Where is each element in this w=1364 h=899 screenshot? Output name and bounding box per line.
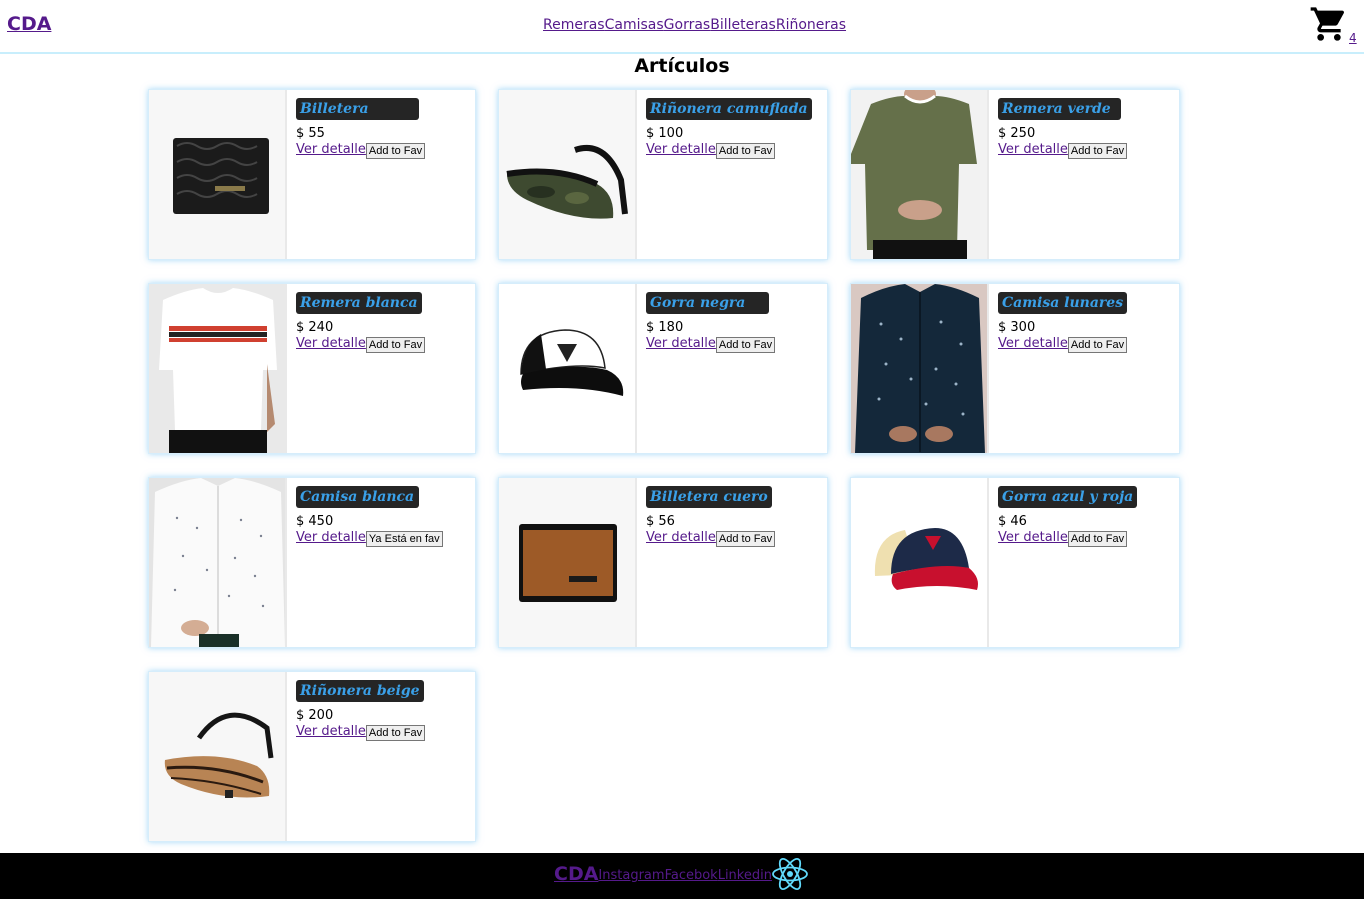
product-info: Riñonera camuflada $ 100 Ver detalle Add… [637, 90, 827, 259]
product-actions: Ver detalle Add to Fav [296, 335, 475, 353]
header: CDA Remeras Camisas Gorras Billeteras Ri… [0, 0, 1364, 54]
add-to-fav-button[interactable]: Add to Fav [1067, 531, 1128, 547]
nav-link-billeteras[interactable]: Billeteras [710, 17, 776, 33]
product-image-camo-fanny-pack [499, 90, 637, 259]
facebook-link[interactable]: Facebok [665, 868, 718, 883]
product-card: Camisa lunares $ 300 Ver detalle Add to … [850, 283, 1180, 454]
product-card: Riñonera beige $ 200 Ver detalle Add to … [148, 671, 476, 842]
product-card: Remera verde $ 250 Ver detalle Add to Fa… [850, 89, 1180, 260]
product-info: Remera verde $ 250 Ver detalle Add to Fa… [989, 90, 1179, 259]
product-name: Billetera cuero [646, 486, 772, 508]
product-name: Billetera [296, 98, 419, 120]
product-name: Gorra negra [646, 292, 769, 314]
product-actions: Ver detalle Add to Fav [998, 529, 1179, 547]
footer-brand-link[interactable]: CDA [554, 863, 598, 885]
page-title: Artículos [634, 55, 730, 77]
product-info: Gorra azul y roja $ 46 Ver detalle Add t… [989, 478, 1179, 647]
view-detail-link[interactable]: Ver detalle [296, 336, 366, 352]
view-detail-link[interactable]: Ver detalle [646, 530, 716, 546]
product-price: $ 300 [998, 320, 1036, 335]
product-name: Riñonera camuflada [646, 98, 812, 120]
view-detail-link[interactable]: Ver detalle [296, 530, 366, 546]
product-actions: Ver detalle Ya Está en fav [296, 529, 475, 547]
product-price: $ 250 [998, 126, 1036, 141]
product-image-black-wallet [149, 90, 287, 259]
instagram-link[interactable]: Instagram [598, 868, 664, 883]
product-image-green-tshirt [851, 90, 989, 259]
product-actions: Ver detalle Add to Fav [646, 529, 827, 547]
view-detail-link[interactable]: Ver detalle [646, 336, 716, 352]
product-image-navy-dotted-shirt [851, 284, 989, 453]
product-info: Billetera cuero $ 56 Ver detalle Add to … [637, 478, 827, 647]
product-price: $ 240 [296, 320, 334, 335]
product-image-black-white-cap [499, 284, 637, 453]
product-image-white-dotted-shirt [149, 478, 287, 647]
add-to-fav-button[interactable]: Add to Fav [1067, 143, 1128, 159]
cart-count-link[interactable]: 4 [1349, 31, 1357, 45]
linkedin-link[interactable]: Linkedin [718, 868, 772, 883]
product-card: Gorra negra $ 180 Ver detalle Add to Fav [498, 283, 828, 454]
product-name: Gorra azul y roja [998, 486, 1138, 508]
footer-links: CDA Instagram Facebok Linkedin [554, 863, 772, 885]
product-card: Billetera cuero $ 56 Ver detalle Add to … [498, 477, 828, 648]
add-to-fav-button[interactable]: Add to Fav [715, 143, 776, 159]
product-actions: Ver detalle Add to Fav [296, 723, 475, 741]
view-detail-link[interactable]: Ver detalle [998, 142, 1068, 158]
view-detail-link[interactable]: Ver detalle [998, 336, 1068, 352]
product-info: Billetera $ 55 Ver detalle Add to Fav [287, 90, 475, 259]
product-actions: Ver detalle Add to Fav [998, 335, 1179, 353]
nav-link-remeras[interactable]: Remeras [543, 17, 605, 33]
add-to-fav-button[interactable]: Add to Fav [365, 725, 426, 741]
product-price: $ 100 [646, 126, 684, 141]
product-price: $ 46 [998, 514, 1027, 529]
product-info: Riñonera beige $ 200 Ver detalle Add to … [287, 672, 475, 841]
product-actions: Ver detalle Add to Fav [646, 141, 827, 159]
footer: CDA Instagram Facebok Linkedin [0, 853, 1364, 899]
view-detail-link[interactable]: Ver detalle [296, 724, 366, 740]
add-to-fav-button[interactable]: Add to Fav [715, 337, 776, 353]
view-detail-link[interactable]: Ver detalle [296, 142, 366, 158]
nav-link-camisas[interactable]: Camisas [605, 17, 664, 33]
product-image-beige-fanny-pack [149, 672, 287, 841]
category-nav: Remeras Camisas Gorras Billeteras Riñone… [543, 17, 846, 33]
product-actions: Ver detalle Add to Fav [998, 141, 1179, 159]
product-price: $ 450 [296, 514, 334, 529]
add-to-fav-button[interactable]: Add to Fav [365, 143, 426, 159]
view-detail-link[interactable]: Ver detalle [646, 142, 716, 158]
product-actions: Ver detalle Add to Fav [646, 335, 827, 353]
nav-link-gorras[interactable]: Gorras [664, 17, 711, 33]
product-info: Remera blanca $ 240 Ver detalle Add to F… [287, 284, 475, 453]
product-price: $ 200 [296, 708, 334, 723]
product-info: Camisa lunares $ 300 Ver detalle Add to … [989, 284, 1179, 453]
product-price: $ 180 [646, 320, 684, 335]
product-price: $ 56 [646, 514, 675, 529]
view-detail-link[interactable]: Ver detalle [998, 530, 1068, 546]
already-in-fav-button[interactable]: Ya Está en fav [365, 531, 443, 547]
shopping-cart-icon[interactable] [1309, 4, 1349, 44]
product-price: $ 55 [296, 126, 325, 141]
product-name: Camisa lunares [998, 292, 1128, 314]
product-card: Remera blanca $ 240 Ver detalle Add to F… [148, 283, 476, 454]
product-info: Camisa blanca $ 450 Ver detalle Ya Está … [287, 478, 475, 647]
product-name: Riñonera beige [296, 680, 424, 702]
brand-link[interactable]: CDA [7, 13, 51, 35]
product-card: Riñonera camuflada $ 100 Ver detalle Add… [498, 89, 828, 260]
product-info: Gorra negra $ 180 Ver detalle Add to Fav [637, 284, 827, 453]
add-to-fav-button[interactable]: Add to Fav [1067, 337, 1128, 353]
product-card: Gorra azul y roja $ 46 Ver detalle Add t… [850, 477, 1180, 648]
add-to-fav-button[interactable]: Add to Fav [715, 531, 776, 547]
product-image-brown-wallet [499, 478, 637, 647]
product-actions: Ver detalle Add to Fav [296, 141, 475, 159]
product-image-white-striped-tshirt [149, 284, 287, 453]
nav-link-rinoneras[interactable]: Riñoneras [776, 17, 846, 33]
product-image-blue-red-cap [851, 478, 989, 647]
product-name: Remera verde [998, 98, 1121, 120]
product-grid: Billetera $ 55 Ver detalle Add to Fav Ri… [148, 89, 1180, 842]
add-to-fav-button[interactable]: Add to Fav [365, 337, 426, 353]
react-logo-icon [772, 858, 808, 890]
product-name: Camisa blanca [296, 486, 419, 508]
product-card: Billetera $ 55 Ver detalle Add to Fav [148, 89, 476, 260]
product-name: Remera blanca [296, 292, 422, 314]
product-card: Camisa blanca $ 450 Ver detalle Ya Está … [148, 477, 476, 648]
